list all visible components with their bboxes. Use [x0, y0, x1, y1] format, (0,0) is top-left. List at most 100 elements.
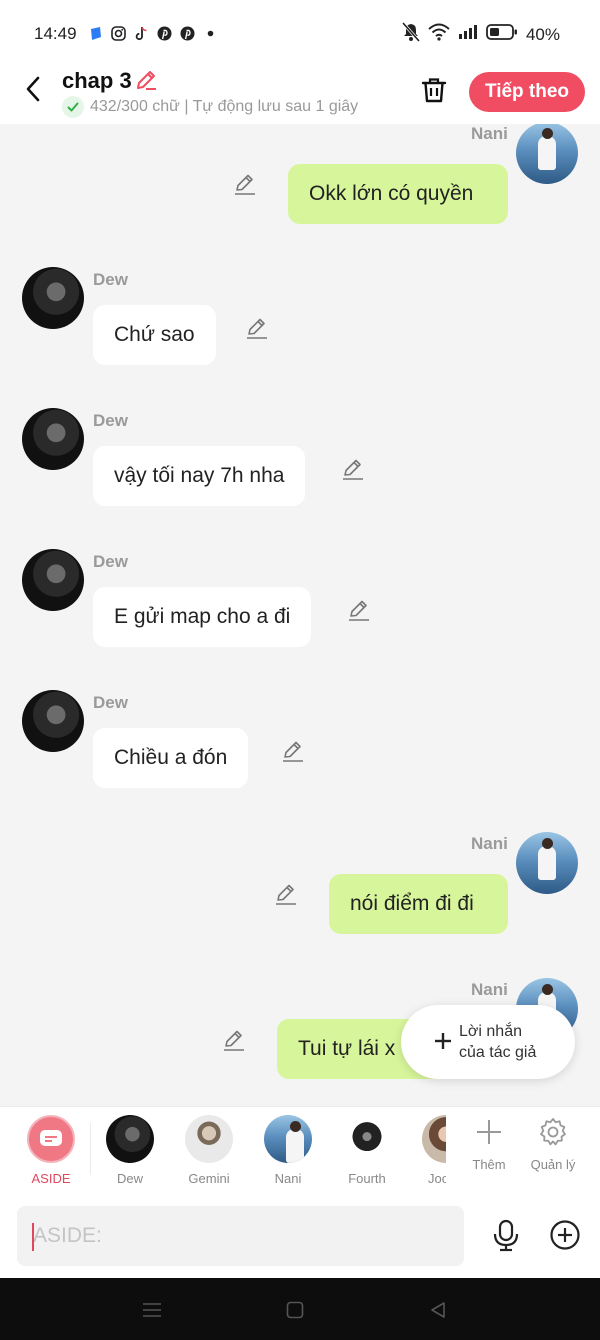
signal-icon	[458, 24, 478, 45]
system-navigation-bar	[0, 1278, 600, 1340]
chevron-left-icon	[26, 76, 40, 102]
aside-avatar	[27, 1115, 75, 1163]
system-back-button[interactable]	[426, 1298, 450, 1322]
instagram-icon	[111, 26, 126, 41]
message-bubble[interactable]: Chứ sao	[93, 305, 216, 365]
input-bar	[0, 1196, 600, 1278]
character-label: Joo	[428, 1171, 446, 1186]
sender-name: Dew	[93, 552, 128, 571]
character-aside[interactable]: ASIDE	[19, 1115, 83, 1186]
editor-header: chap 3 432/300 chữ | Tự động lưu sau 1 g…	[0, 62, 600, 124]
edit-message-button[interactable]	[233, 172, 257, 196]
avatar[interactable]	[22, 408, 84, 470]
bell-off-icon	[401, 22, 421, 47]
pinterest-icon	[157, 26, 172, 41]
blue-app-icon	[88, 26, 103, 41]
sender-name: Nani	[471, 980, 508, 999]
battery-icon	[486, 23, 518, 46]
add-content-button[interactable]	[548, 1218, 582, 1252]
edit-title-button[interactable]	[134, 68, 158, 97]
pencil-icon	[276, 884, 296, 905]
pencil-icon	[343, 459, 363, 480]
divider	[90, 1123, 91, 1175]
message-bubble[interactable]: E gửi map cho a đi	[93, 587, 312, 647]
avatar	[264, 1115, 312, 1163]
square-icon	[286, 1301, 304, 1319]
plus-icon	[433, 1029, 453, 1055]
message-bubble[interactable]: nói điểm đi đi	[329, 874, 508, 934]
character-label: Dew	[116, 1171, 143, 1186]
sender-name: Dew	[93, 270, 128, 289]
plus-icon	[477, 1120, 501, 1144]
character-label: Fourth	[348, 1171, 386, 1186]
author-note-button[interactable]: Lời nhắn của tác giả	[401, 1005, 575, 1079]
manage-button[interactable]: Quản lý	[529, 1117, 577, 1172]
character-bar: ASIDE Dew Gemini Nani Fourth Joo Thêm Qu…	[0, 1106, 600, 1196]
next-button[interactable]: Tiếp theo	[469, 72, 585, 112]
edit-message-button[interactable]	[245, 316, 269, 340]
save-status: 432/300 chữ | Tự động lưu sau 1 giây	[62, 96, 358, 118]
message-bubble[interactable]: Okk lớn có quyền	[288, 164, 508, 224]
character-joo[interactable]: Joo	[414, 1115, 446, 1186]
author-note-label: Lời nhắn của tác giả	[459, 1021, 536, 1063]
character-fourth[interactable]: Fourth	[335, 1115, 399, 1186]
voice-input-button[interactable]	[490, 1218, 522, 1254]
avatar[interactable]	[22, 690, 84, 752]
menu-icon	[143, 1303, 161, 1317]
pencil-icon	[247, 318, 267, 339]
text-caret	[32, 1223, 34, 1251]
character-label: Nani	[274, 1171, 302, 1186]
add-character-button[interactable]: Thêm	[470, 1117, 508, 1172]
edit-message-button[interactable]	[281, 739, 305, 763]
add-label: Thêm	[472, 1157, 506, 1172]
pencil-icon	[137, 71, 156, 90]
pencil-icon	[224, 1030, 244, 1051]
status-right: 40%	[401, 22, 560, 47]
chat-bubble-icon	[40, 1130, 62, 1146]
character-label: ASIDE	[31, 1171, 71, 1186]
avatar[interactable]	[516, 124, 578, 184]
back-button[interactable]	[18, 74, 48, 104]
manage-label: Quản lý	[530, 1157, 576, 1172]
message-bubble[interactable]: vậy tối nay 7h nha	[93, 446, 306, 506]
check-icon	[62, 96, 84, 118]
character-nani[interactable]: Nani	[256, 1115, 320, 1186]
author-note-line2: của tác giả	[459, 1044, 537, 1061]
battery-percent: 40%	[525, 24, 560, 44]
word-count-text: 432/300 chữ | Tự động lưu sau 1 giây	[90, 98, 359, 115]
chat-area[interactable]: Nani Okk lớn có quyền Dew Chứ sao Dew vậ…	[0, 124, 600, 1106]
author-note-line1: Lời nhắn	[459, 1023, 522, 1040]
avatar	[185, 1115, 233, 1163]
sender-name: Dew	[93, 693, 128, 712]
avatar	[106, 1115, 154, 1163]
pencil-icon	[283, 741, 303, 762]
character-gemini[interactable]: Gemini	[177, 1115, 241, 1186]
edit-message-button[interactable]	[222, 1028, 246, 1052]
wifi-icon	[428, 23, 450, 46]
plus-circle-icon	[550, 1220, 580, 1250]
character-label: Gemini	[188, 1171, 230, 1186]
dot-icon	[203, 26, 218, 41]
status-bar: 14:49 40%	[0, 0, 600, 62]
avatar[interactable]	[516, 832, 578, 894]
delete-button[interactable]	[418, 74, 450, 106]
pencil-icon	[349, 600, 369, 621]
avatar[interactable]	[22, 267, 84, 329]
edit-message-button[interactable]	[274, 882, 298, 906]
edit-message-button[interactable]	[341, 457, 365, 481]
message-bubble[interactable]: Chiều a đón	[93, 728, 249, 788]
edit-message-button[interactable]	[347, 598, 371, 622]
sender-name: Nani	[471, 834, 508, 853]
avatar[interactable]	[22, 549, 84, 611]
status-time: 14:49	[34, 24, 77, 43]
character-dew[interactable]: Dew	[98, 1115, 162, 1186]
microphone-icon	[493, 1219, 519, 1252]
avatar	[343, 1115, 391, 1163]
gear-icon	[540, 1118, 566, 1146]
menu-button[interactable]	[140, 1298, 164, 1322]
avatar	[422, 1115, 446, 1163]
home-button[interactable]	[283, 1298, 307, 1322]
status-app-icons	[88, 26, 218, 41]
chapter-title[interactable]: chap 3	[62, 68, 132, 94]
message-input[interactable]	[17, 1206, 464, 1266]
